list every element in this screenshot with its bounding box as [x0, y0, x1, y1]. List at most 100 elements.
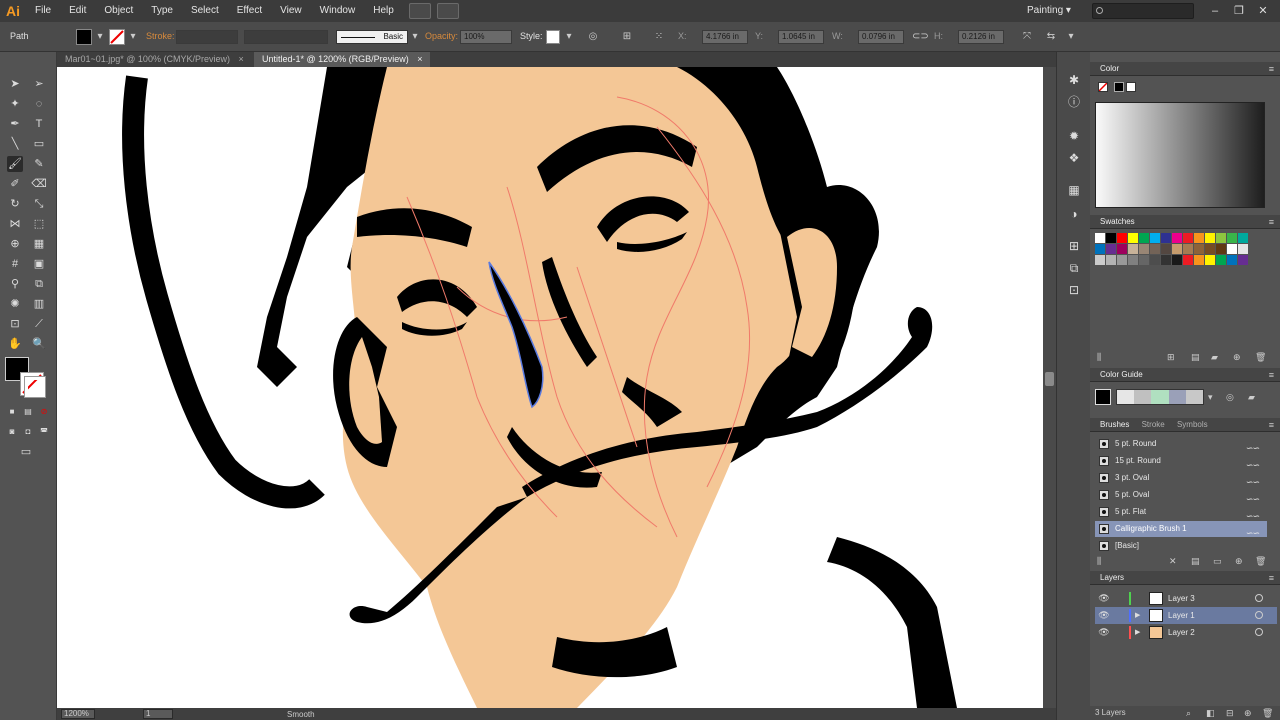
layers-panel-title[interactable]: Layers — [1100, 571, 1124, 585]
color-swatch[interactable] — [1183, 233, 1193, 243]
align-icon[interactable]: ⊞ — [620, 30, 634, 44]
menu-edit[interactable]: Edit — [60, 0, 95, 22]
scale-tool-icon[interactable]: ⤡ — [31, 196, 47, 212]
x-field[interactable]: 4.1766 in — [702, 30, 748, 44]
menu-effect[interactable]: Effect — [228, 0, 271, 22]
make-clipping-mask-icon[interactable]: ◧ — [1206, 706, 1215, 720]
stroke-swatch[interactable] — [109, 29, 125, 45]
expand-arrow-icon[interactable]: ▶ — [1135, 624, 1140, 641]
slice-tool-icon[interactable]: ⟋ — [31, 316, 47, 332]
width-tool-icon[interactable]: ⋈ — [7, 216, 23, 232]
tab-stroke[interactable]: Stroke — [1142, 418, 1165, 432]
color-swatch[interactable] — [1139, 233, 1149, 243]
color-swatch[interactable] — [1150, 255, 1160, 265]
swatch-options-icon[interactable]: ▤ — [1191, 352, 1200, 363]
style-dropdown-icon[interactable]: ▾ — [562, 30, 576, 44]
panel-menu-icon[interactable]: ≡ — [1269, 418, 1274, 432]
color-swatch[interactable] — [1194, 233, 1204, 243]
magic-wand-tool-icon[interactable]: ✦ — [7, 96, 23, 112]
color-mode-icon[interactable]: ■ — [4, 404, 20, 420]
color-spectrum[interactable] — [1095, 102, 1265, 208]
zoom-field[interactable]: 1200% — [61, 709, 95, 719]
color-swatch[interactable] — [1106, 233, 1116, 243]
remove-brush-stroke-icon[interactable]: ✕ — [1169, 556, 1177, 567]
zoom-tool-icon[interactable]: 🔍 — [31, 336, 47, 352]
minimize-button[interactable]: – — [1206, 2, 1224, 20]
list-item[interactable]: [Basic] — [1095, 538, 1267, 554]
stroke-label[interactable]: Stroke: — [146, 31, 175, 41]
w-field[interactable]: 0.0796 in — [858, 30, 904, 44]
list-item[interactable]: 5 pt. Round ∽∽ — [1095, 436, 1267, 453]
tab-untitled-1[interactable]: Untitled-1* @ 1200% (RGB/Preview) × — [254, 52, 431, 67]
fill-dropdown-icon[interactable]: ▾ — [93, 30, 107, 44]
tab-close-icon[interactable]: × — [417, 54, 422, 64]
none-mode-icon[interactable]: ⊘ — [36, 404, 52, 420]
color-swatch[interactable] — [1161, 233, 1171, 243]
brush-definition-field[interactable]: Basic — [336, 30, 408, 44]
layer-row[interactable]: 👁 ▶ Layer 1 — [1095, 607, 1277, 624]
menu-type[interactable]: Type — [142, 0, 182, 22]
show-swatch-kinds-icon[interactable]: ⊞ — [1167, 352, 1175, 363]
type-tool-icon[interactable]: T — [31, 116, 47, 132]
gradient-mode-icon[interactable]: ▤ — [20, 404, 36, 420]
white-swatch[interactable] — [1126, 82, 1136, 92]
tab-symbols[interactable]: Symbols — [1177, 418, 1208, 432]
search-input[interactable] — [1092, 3, 1194, 19]
blend-tool-icon[interactable]: ⧉ — [31, 276, 47, 292]
tab-mar01[interactable]: Mar01~01.jpg* @ 100% (CMYK/Preview) × — [57, 52, 252, 67]
color-swatch[interactable] — [1106, 255, 1116, 265]
color-panel-title[interactable]: Color — [1100, 62, 1119, 76]
color-guide-panel-title[interactable]: Color Guide — [1100, 368, 1143, 382]
draw-normal-icon[interactable]: ◙ — [4, 424, 20, 440]
fill-swatch[interactable] — [76, 29, 92, 45]
artboard-tool-icon[interactable]: ⊡ — [7, 316, 23, 332]
y-field[interactable]: 1.0645 in — [778, 30, 824, 44]
artboard-canvas[interactable] — [57, 67, 1043, 708]
color-swatch[interactable] — [1183, 244, 1193, 254]
layer-row[interactable]: 👁 Layer 3 — [1095, 590, 1277, 607]
swatch-libraries-icon[interactable]: ⫼ — [1097, 352, 1101, 363]
color-swatch[interactable] — [1205, 244, 1215, 254]
pencil-tool-icon[interactable]: ✎ — [31, 156, 47, 172]
delete-layer-icon[interactable]: 🗑 — [1262, 706, 1273, 720]
mesh-tool-icon[interactable]: # — [7, 256, 23, 272]
transparency-icon[interactable]: ◑ — [1066, 206, 1082, 222]
color-swatch[interactable] — [1095, 233, 1105, 243]
color-swatch[interactable] — [1194, 244, 1204, 254]
color-swatch[interactable] — [1227, 244, 1237, 254]
h-field[interactable]: 0.2126 in — [958, 30, 1004, 44]
panel-menu-icon[interactable]: ≡ — [1269, 215, 1274, 229]
appearance-icon[interactable]: ✱ — [1066, 72, 1082, 88]
delete-swatch-icon[interactable]: 🗑 — [1255, 352, 1266, 363]
vertical-scrollbar[interactable] — [1043, 67, 1056, 708]
layers-panel-header[interactable]: Layers ≡ — [1090, 571, 1280, 585]
color-swatch[interactable] — [1172, 255, 1182, 265]
color-swatch[interactable] — [1150, 233, 1160, 243]
hand-tool-icon[interactable]: ✋ — [7, 336, 23, 352]
color-swatch[interactable] — [1227, 233, 1237, 243]
symbol-sprayer-tool-icon[interactable]: ✺ — [7, 296, 23, 312]
color-swatch[interactable] — [1216, 244, 1226, 254]
blob-brush-tool-icon[interactable]: ✐ — [7, 176, 23, 192]
maximize-button[interactable]: ❐ — [1230, 2, 1248, 20]
color-swatch[interactable] — [1172, 233, 1182, 243]
create-new-layer-icon[interactable]: ⊕ — [1244, 706, 1252, 720]
edit-colors-icon[interactable]: ◎ — [1226, 392, 1234, 403]
workspace-switcher[interactable]: Painting ▾ — [1027, 0, 1071, 22]
color-swatch[interactable] — [1095, 255, 1105, 265]
close-button[interactable]: ✕ — [1254, 2, 1272, 20]
none-swatch[interactable] — [1098, 82, 1108, 92]
color-swatch[interactable] — [1216, 233, 1226, 243]
transform-reference-icon[interactable]: ⁙ — [652, 30, 666, 44]
gradient-icon[interactable]: ▦ — [1066, 182, 1082, 198]
lasso-tool-icon[interactable]: ◌ — [31, 96, 47, 112]
transform-panel-icon[interactable]: ⊡ — [1066, 282, 1082, 298]
bridge-icon[interactable] — [408, 3, 431, 19]
free-transform-tool-icon[interactable]: ⬚ — [31, 216, 47, 232]
new-color-group-icon[interactable]: ▰ — [1211, 352, 1218, 363]
panel-menu-icon[interactable]: ≡ — [1269, 368, 1274, 382]
draw-inside-icon[interactable]: ◚ — [36, 424, 52, 440]
swatches-panel-title[interactable]: Swatches — [1100, 215, 1135, 229]
list-item[interactable]: Calligraphic Brush 1 ∽∽ — [1095, 521, 1267, 538]
swatches-panel-header[interactable]: Swatches ≡ — [1090, 215, 1280, 229]
